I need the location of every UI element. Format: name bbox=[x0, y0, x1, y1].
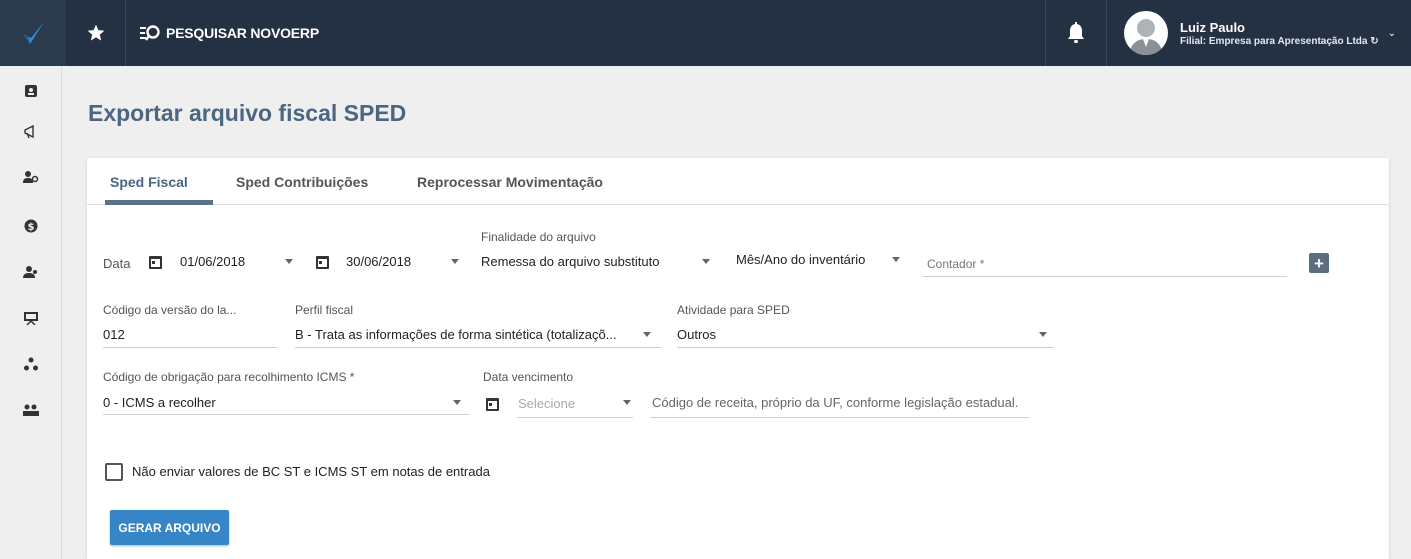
switch-filial-icon[interactable]: ↻ bbox=[1370, 36, 1378, 47]
search-icon bbox=[140, 25, 160, 41]
obrigacao-label: Código de obrigação para recolhimento IC… bbox=[103, 370, 355, 384]
user-filial-text: Filial: Empresa para Apresentação Ltda bbox=[1180, 35, 1368, 47]
perfil-label: Perfil fiscal bbox=[295, 303, 354, 317]
megaphone-icon bbox=[24, 125, 34, 139]
notifications-button[interactable] bbox=[1045, 0, 1107, 66]
vencimento-underline bbox=[517, 417, 633, 418]
chevron-down-icon[interactable] bbox=[892, 257, 900, 262]
chevron-down-icon[interactable] bbox=[702, 259, 710, 264]
atividade-select[interactable]: Outros bbox=[677, 327, 716, 342]
sidebar-item-team[interactable] bbox=[21, 262, 41, 282]
sidebar-item-contacts[interactable] bbox=[21, 81, 41, 101]
sidebar-item-users[interactable] bbox=[21, 167, 41, 187]
people-card-icon bbox=[23, 404, 39, 416]
chevron-down-icon[interactable] bbox=[623, 400, 631, 405]
receita-underline bbox=[650, 417, 1029, 418]
tab-reprocessar-movimentacao[interactable]: Reprocessar Movimentação bbox=[417, 174, 603, 190]
chevron-down-icon[interactable] bbox=[1039, 332, 1047, 337]
calendar-icon[interactable] bbox=[149, 256, 162, 269]
sidebar-item-presentation[interactable] bbox=[21, 308, 41, 328]
date-end-input[interactable]: 30/06/2018 bbox=[346, 254, 411, 269]
svg-text:$: $ bbox=[28, 222, 35, 233]
dollar-icon: $ bbox=[24, 219, 38, 233]
chevron-down-icon[interactable]: ⌄ bbox=[1388, 28, 1396, 39]
perfil-select[interactable]: B - Trata as informações de forma sintét… bbox=[295, 327, 617, 342]
generate-file-button[interactable]: GERAR ARQUIVO bbox=[110, 510, 229, 545]
add-contador-button[interactable]: + bbox=[1309, 253, 1329, 273]
date-start-input[interactable]: 01/06/2018 bbox=[180, 254, 245, 269]
codigo-versao-input[interactable]: 012 bbox=[103, 327, 125, 342]
calendar-icon[interactable] bbox=[486, 398, 499, 411]
chevron-down-icon[interactable] bbox=[643, 332, 651, 337]
date-label: Data bbox=[103, 256, 131, 271]
atividade-label: Atividade para SPED bbox=[677, 303, 790, 317]
calendar-icon[interactable] bbox=[316, 256, 329, 269]
contador-input[interactable]: Contador * bbox=[927, 257, 984, 271]
codigo-versao-label: Código da versão do la... bbox=[103, 303, 237, 317]
top-bar: PESQUISAR NOVOERP Luiz Paulo Filial: Emp… bbox=[0, 0, 1411, 66]
codigo-versao-underline bbox=[103, 347, 277, 348]
team-icon bbox=[23, 266, 37, 278]
skip-bc-st-checkbox[interactable] bbox=[105, 463, 123, 481]
sidebar: $ bbox=[0, 66, 62, 559]
chevron-down-icon[interactable] bbox=[453, 400, 461, 405]
atividade-underline bbox=[677, 347, 1054, 348]
sidebar-item-people[interactable] bbox=[21, 400, 41, 420]
user-filial: Filial: Empresa para Apresentação Ltda ↻ bbox=[1180, 36, 1379, 47]
search-label: PESQUISAR NOVOERP bbox=[166, 25, 319, 41]
sidebar-item-finance[interactable]: $ bbox=[21, 216, 41, 236]
finalidade-select[interactable]: Remessa do arquivo substituto bbox=[481, 254, 659, 269]
users-gear-icon bbox=[23, 171, 39, 183]
perfil-underline bbox=[295, 347, 661, 348]
tab-sped-fiscal[interactable]: Sped Fiscal bbox=[110, 174, 188, 190]
tab-bar: Sped Fiscal Sped Contribuições Reprocess… bbox=[87, 158, 1389, 205]
receita-input[interactable]: Código de receita, próprio da UF, confor… bbox=[652, 395, 1018, 410]
form-card: Sped Fiscal Sped Contribuições Reprocess… bbox=[87, 158, 1389, 559]
contador-underline bbox=[923, 276, 1287, 277]
vencimento-input[interactable]: Selecione bbox=[518, 396, 575, 411]
obrigacao-select[interactable]: 0 - ICMS a recolher bbox=[103, 395, 216, 410]
sidebar-item-marketing[interactable] bbox=[21, 122, 41, 142]
finalidade-label: Finalidade do arquivo bbox=[481, 230, 596, 244]
user-menu[interactable]: Luiz Paulo Filial: Empresa para Apresent… bbox=[1108, 0, 1411, 66]
app-logo[interactable] bbox=[0, 0, 66, 66]
network-icon bbox=[24, 357, 38, 371]
bell-icon bbox=[1068, 22, 1084, 43]
logo-icon bbox=[23, 22, 44, 44]
obrigacao-underline bbox=[103, 414, 469, 415]
search-button[interactable]: PESQUISAR NOVOERP bbox=[140, 0, 319, 66]
active-tab-indicator bbox=[105, 200, 213, 205]
contacts-icon bbox=[25, 85, 37, 97]
vencimento-label: Data vencimento bbox=[483, 370, 574, 384]
skip-bc-st-label: Não enviar valores de BC ST e ICMS ST em… bbox=[132, 464, 490, 479]
presentation-icon bbox=[24, 312, 38, 325]
user-silhouette-icon bbox=[1129, 19, 1163, 55]
user-name: Luiz Paulo bbox=[1180, 19, 1245, 35]
inventario-select[interactable]: Mês/Ano do inventário bbox=[736, 252, 865, 267]
user-info: Luiz Paulo Filial: Empresa para Apresent… bbox=[1180, 20, 1379, 47]
chevron-down-icon[interactable] bbox=[451, 259, 459, 264]
page-title: Exportar arquivo fiscal SPED bbox=[88, 100, 407, 126]
tab-sped-contribuicoes[interactable]: Sped Contribuições bbox=[236, 174, 368, 190]
avatar bbox=[1124, 11, 1168, 55]
sidebar-item-network[interactable] bbox=[21, 354, 41, 374]
chevron-down-icon[interactable] bbox=[285, 259, 293, 264]
favorites-button[interactable] bbox=[66, 0, 126, 66]
star-icon bbox=[87, 24, 104, 41]
